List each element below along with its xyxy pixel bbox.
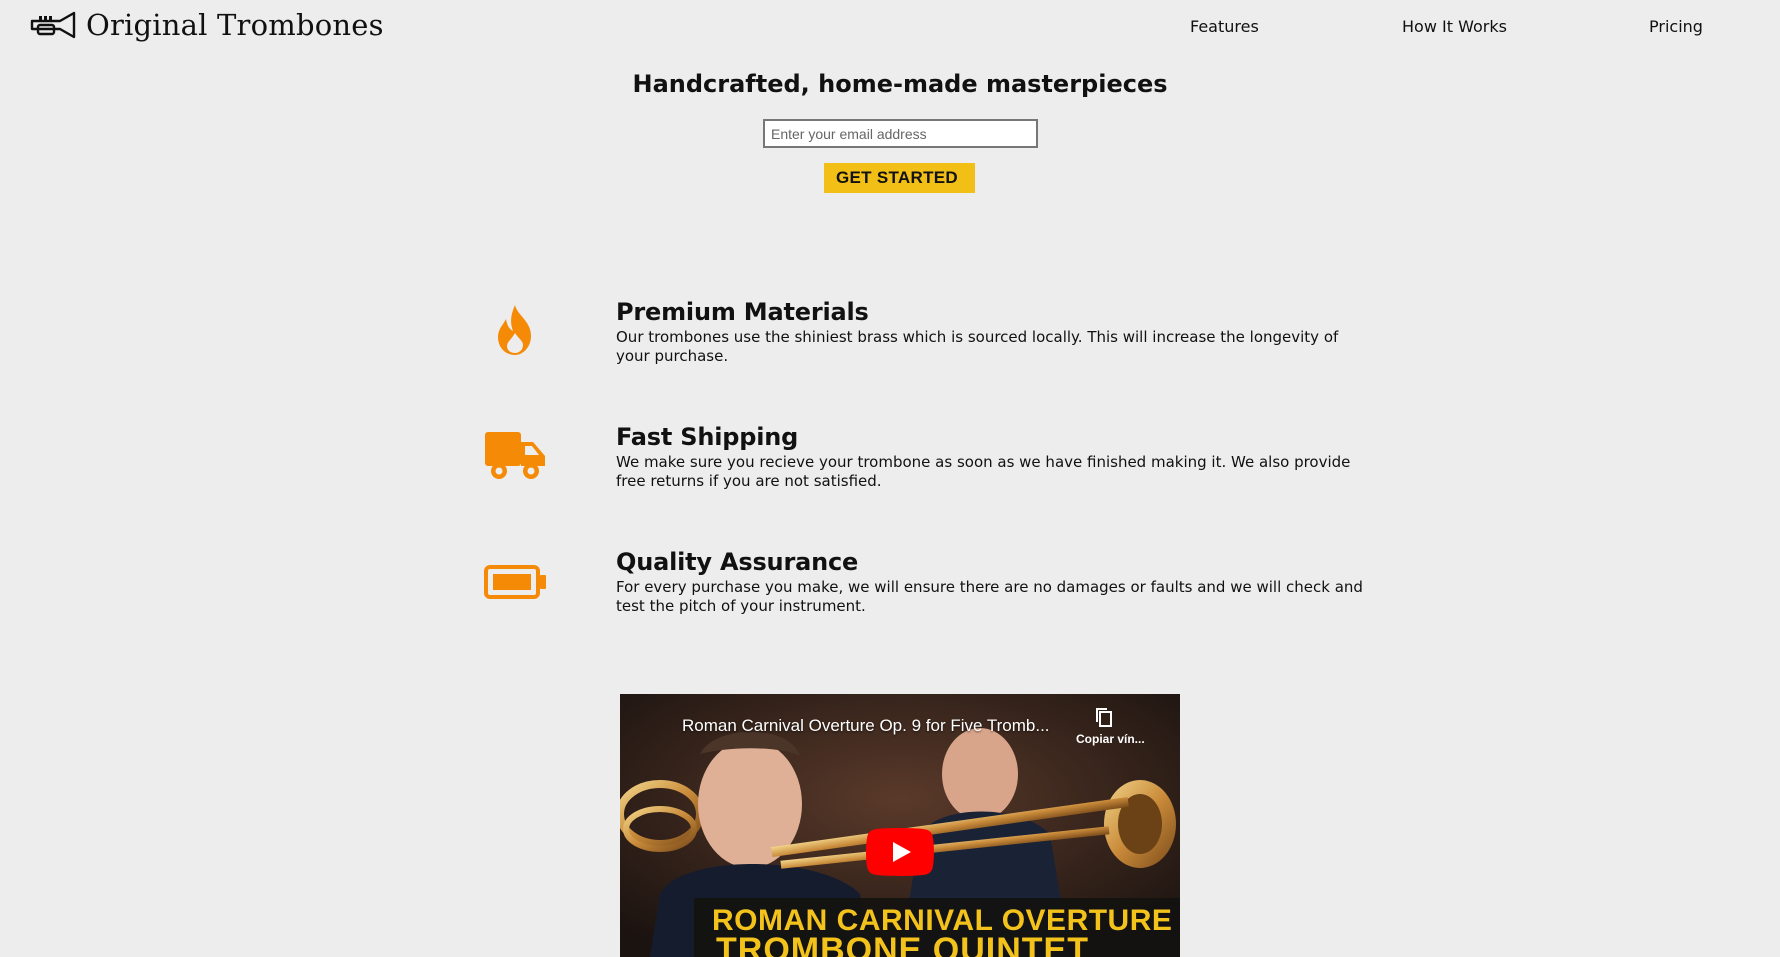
video-title[interactable]: Roman Carnival Overture Op. 9 for Five T… xyxy=(682,716,1050,736)
fire-icon xyxy=(498,305,531,355)
feature-title-quality-assurance: Quality Assurance xyxy=(616,548,859,576)
feature-description-premium-materials: Our trombones use the shiniest brass whi… xyxy=(616,328,1339,365)
truck-icon xyxy=(485,432,545,479)
brand-logo[interactable]: Original Trombones xyxy=(30,8,384,42)
feature-description-fast-shipping: We make sure you recieve your trombone a… xyxy=(616,453,1351,490)
trumpet-icon xyxy=(30,11,76,39)
nav-how-it-works-link[interactable]: How It Works xyxy=(1402,17,1507,36)
feature-title-fast-shipping: Fast Shipping xyxy=(616,423,799,451)
copy-icon xyxy=(1096,708,1112,727)
video-banner-line2: TROMBONE QUINTET xyxy=(716,931,1089,957)
nav-features-link[interactable]: Features xyxy=(1190,17,1259,36)
brand-name: Original Trombones xyxy=(86,8,384,42)
nav-pricing-link[interactable]: Pricing xyxy=(1649,17,1703,36)
play-icon[interactable] xyxy=(866,828,934,876)
copy-link-label: Copiar vín... xyxy=(1076,732,1145,746)
hero-title: Handcrafted, home-made masterpieces xyxy=(632,70,1168,98)
video-embed[interactable]: Roman Carnival Overture Op. 9 for Five T… xyxy=(620,694,1180,957)
header: Original Trombones Features How It Works… xyxy=(0,0,1780,58)
get-started-button[interactable]: GET STARTED xyxy=(824,163,975,193)
feature-description-quality-assurance: For every purchase you make, we will ens… xyxy=(616,578,1363,615)
feature-title-premium-materials: Premium Materials xyxy=(616,298,869,326)
copy-link-button[interactable]: Copiar vín... xyxy=(1076,706,1145,758)
email-field[interactable] xyxy=(763,119,1038,148)
battery-icon xyxy=(484,565,546,599)
